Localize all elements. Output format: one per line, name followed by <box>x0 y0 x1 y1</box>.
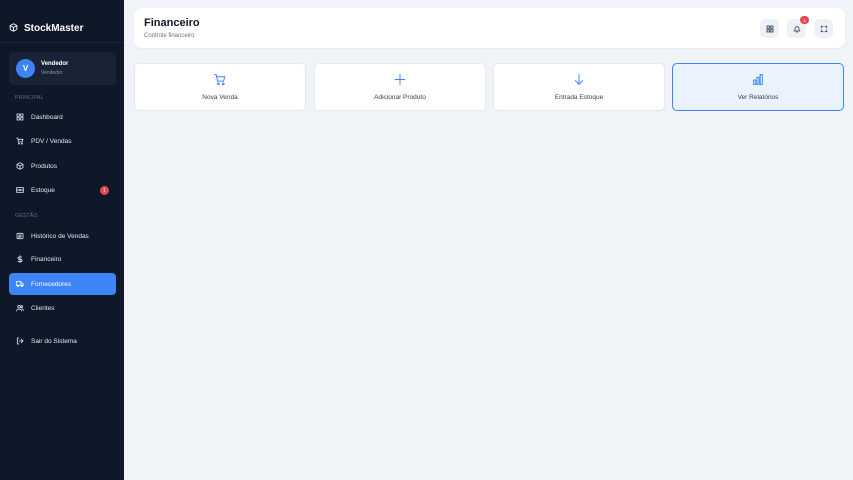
sidebar-item-label: Financeiro <box>31 255 62 263</box>
bar-chart-icon <box>752 73 765 86</box>
notifications-button[interactable]: 1 <box>787 16 809 38</box>
box-icon <box>16 162 24 170</box>
fullscreen-button[interactable] <box>814 19 833 38</box>
sidebar-item-fornecedores[interactable]: Fornecedores <box>9 273 116 295</box>
estoque-badge: 1 <box>100 186 109 195</box>
sidebar-item-label: Clientes <box>31 304 55 312</box>
grid-icon <box>16 113 24 121</box>
cart-icon <box>16 137 24 145</box>
sidebar-item-label: Fornecedores <box>31 280 72 288</box>
bell-icon <box>792 20 801 38</box>
divider <box>0 42 124 43</box>
section-label-principal: PRINCIPAL <box>15 95 44 101</box>
user-card[interactable]: V Vendedor Vendedor <box>9 52 116 85</box>
cart-icon <box>214 73 227 86</box>
sidebar-item-pdv-vendas[interactable]: PDV / Vendas <box>9 130 116 152</box>
page-header: Financeiro Controle financeiro 1 <box>134 8 845 48</box>
receipt-icon <box>16 232 24 240</box>
quick-action-label: Entrada Estoque <box>554 94 604 101</box>
notification-badge: 1 <box>800 16 809 24</box>
avatar: V <box>16 59 35 78</box>
plus-icon <box>394 73 407 86</box>
truck-icon <box>16 280 24 288</box>
quick-action-entrada-estoque[interactable]: Entrada Estoque <box>493 63 665 111</box>
sidebar-item-dashboard[interactable]: Dashboard <box>9 106 116 128</box>
box-logo-icon <box>9 19 18 37</box>
logout-button[interactable]: Sair do Sistema <box>9 330 116 352</box>
section-label-gestao: GESTÃO <box>15 213 38 219</box>
grid-icon <box>766 20 774 38</box>
quick-action-ver-relatorios[interactable]: Ver Relatórios <box>672 63 844 111</box>
sidebar-item-clientes[interactable]: Clientes <box>9 297 116 319</box>
expand-icon <box>820 20 828 38</box>
brand-name: StockMaster <box>24 22 84 34</box>
quick-action-label: Nova Venda <box>202 94 238 101</box>
dollar-icon <box>16 255 24 263</box>
quick-action-adicionar-produto[interactable]: Adicionar Produto <box>314 63 486 111</box>
users-icon <box>16 304 24 312</box>
logout-icon <box>16 337 24 345</box>
sidebar-item-label: Estoque <box>31 186 55 194</box>
sidebar: StockMaster V Vendedor Vendedor PRINCIPA… <box>0 0 124 480</box>
sidebar-item-label: Sair do Sistema <box>31 337 77 345</box>
page-subtitle: Controle financeiro <box>144 33 195 39</box>
sidebar-item-historico-vendas[interactable]: Histórico de Vendas <box>9 225 116 247</box>
quick-action-label: Adicionar Produto <box>374 94 426 101</box>
sidebar-item-label: Dashboard <box>31 113 63 121</box>
user-role: Vendedor <box>41 70 63 76</box>
arrow-down-icon <box>573 73 586 86</box>
brand[interactable]: StockMaster <box>9 19 83 37</box>
sidebar-item-label: PDV / Vendas <box>31 137 72 145</box>
sidebar-item-label: Produtos <box>31 162 58 170</box>
user-name: Vendedor <box>41 61 69 67</box>
sidebar-item-financeiro[interactable]: Financeiro <box>9 248 116 270</box>
warehouse-icon <box>16 186 24 194</box>
sidebar-item-produtos[interactable]: Produtos <box>9 155 116 177</box>
apps-button[interactable] <box>760 19 779 38</box>
quick-action-label: Ver Relatórios <box>737 94 779 101</box>
sidebar-item-estoque[interactable]: Estoque 1 <box>9 179 116 201</box>
sidebar-item-label: Histórico de Vendas <box>31 232 89 240</box>
page-title: Financeiro <box>144 17 200 29</box>
quick-action-nova-venda[interactable]: Nova Venda <box>134 63 306 111</box>
